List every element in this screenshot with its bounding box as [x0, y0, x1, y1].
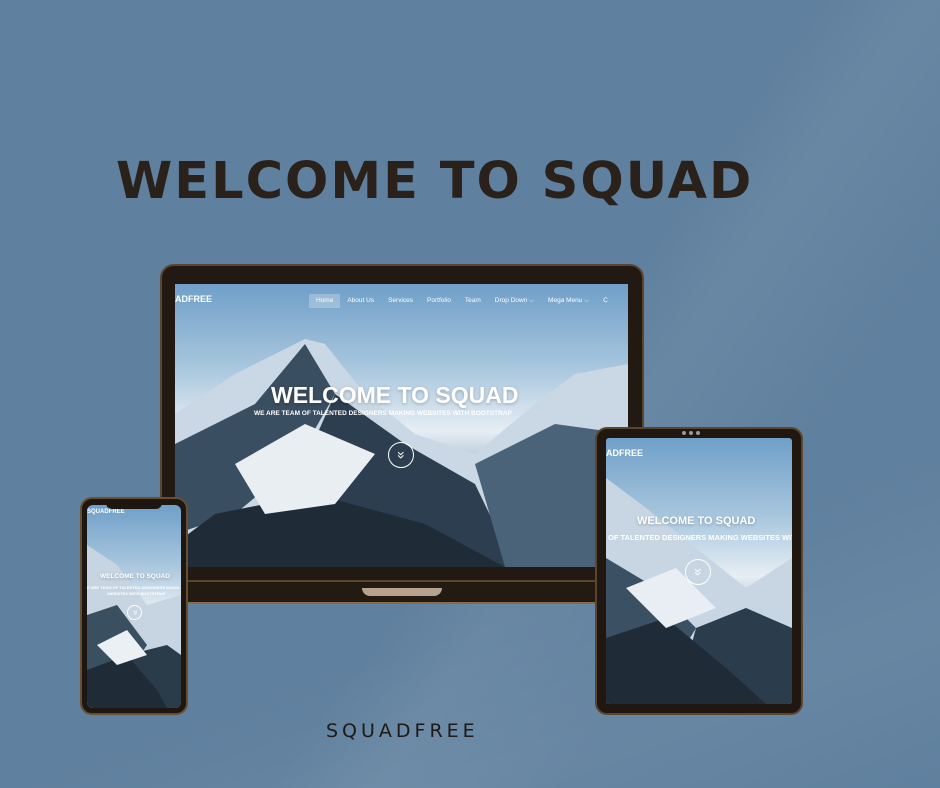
laptop-site-logo[interactable]: ADFREE — [175, 294, 212, 304]
scroll-down-button[interactable]: » — [685, 559, 711, 585]
phone-hero-subtitle-line1: E ARE TEAM OF TALENTED DESIGNERS MAKIN — [87, 585, 180, 590]
tablet-camera-icon — [689, 431, 693, 435]
phone-screen: SQUADFREE WELCOME TO SQUAD E ARE TEAM OF… — [87, 505, 181, 708]
nav-item-home[interactable]: Home — [309, 294, 341, 308]
laptop-hero-title: WELCOME TO SQUAD — [271, 382, 519, 408]
tablet-hero-subtitle: OF TALENTED DESIGNERS MAKING WEBSITES WI… — [608, 533, 792, 542]
nav-item-portfolio[interactable]: Portfolio — [420, 294, 458, 308]
laptop-hero-subtitle: WE ARE TEAM OF TALENTED DESIGNERS MAKING… — [254, 410, 512, 417]
mountain-illustration — [175, 339, 628, 567]
phone-hero-subtitle-line2: WEBSITES WITH BOOTSTRAP — [107, 591, 166, 596]
laptop-trackpad-notch — [362, 588, 442, 596]
phone-hero-title: WELCOME TO SQUAD — [100, 573, 170, 580]
laptop-navbar: ADFREE Home About Us Services Portfolio … — [175, 284, 628, 316]
footer-brand-name: SQUADFREE — [326, 720, 479, 742]
nav-item-dropdown[interactable]: Drop Down ⌵ — [488, 294, 541, 308]
scroll-down-button[interactable]: » — [127, 605, 142, 620]
nav-item-services[interactable]: Services — [381, 294, 420, 308]
tablet-screen: ADFREE WELCOME TO SQUAD OF TALENTED DESI… — [606, 438, 792, 704]
phone-notch — [106, 501, 162, 509]
page-headline: WELCOME TO SQUAD — [116, 152, 754, 211]
nav-item-mega-menu[interactable]: Mega Menu ⌵ — [541, 294, 596, 308]
laptop-nav-menu: Home About Us Services Portfolio Team Dr… — [309, 294, 615, 308]
scroll-down-button[interactable]: » — [388, 442, 414, 468]
tablet-site-logo[interactable]: ADFREE — [606, 448, 643, 458]
nav-item-about[interactable]: About Us — [340, 294, 381, 308]
tablet-sensor-dot — [682, 431, 686, 435]
tablet-sensor-dot — [696, 431, 700, 435]
phone-site-logo[interactable]: SQUADFREE — [87, 509, 125, 515]
laptop-screen: ADFREE Home About Us Services Portfolio … — [175, 284, 628, 567]
tablet-hero-title: WELCOME TO SQUAD — [637, 515, 756, 527]
nav-item-team[interactable]: Team — [458, 294, 488, 308]
nav-item-contact[interactable]: C — [596, 294, 615, 308]
